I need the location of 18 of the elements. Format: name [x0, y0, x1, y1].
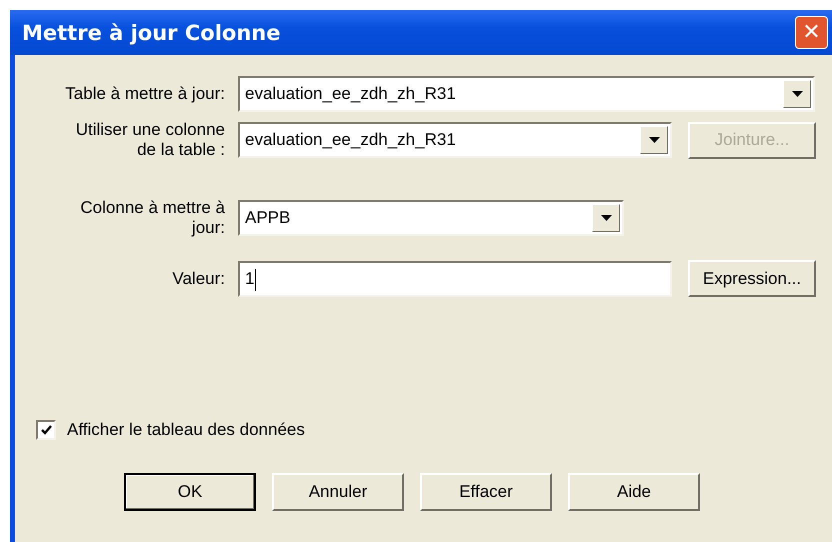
- dropdown-field[interactable]: APPB: [238, 200, 624, 236]
- dialog-button[interactable]: OK: [124, 473, 256, 511]
- dropdown-field[interactable]: evaluation_ee_zdh_zh_R31: [238, 76, 815, 112]
- close-button[interactable]: ✕: [795, 16, 828, 49]
- checkmark-icon: [40, 424, 52, 436]
- field-label: Utiliser une colonne de la table :: [74, 120, 226, 160]
- dialog-button[interactable]: Effacer: [420, 473, 552, 511]
- dialog-button[interactable]: Aide: [568, 473, 700, 511]
- field-label: Valeur:: [171, 268, 226, 288]
- dropdown-field[interactable]: evaluation_ee_zdh_zh_R31: [238, 122, 672, 158]
- checkbox-label: Afficher le tableau des données: [67, 420, 305, 440]
- field-label: Table à mettre à jour:: [64, 84, 226, 104]
- window-title: Mettre à jour Colonne: [22, 20, 280, 44]
- field-label: Colonne à mettre à jour:: [79, 198, 226, 238]
- dialog-button[interactable]: Annuler: [272, 473, 404, 511]
- input-field[interactable]: 1: [238, 260, 672, 296]
- checkbox[interactable]: [36, 420, 56, 440]
- side-button[interactable]: Expression...: [688, 260, 816, 297]
